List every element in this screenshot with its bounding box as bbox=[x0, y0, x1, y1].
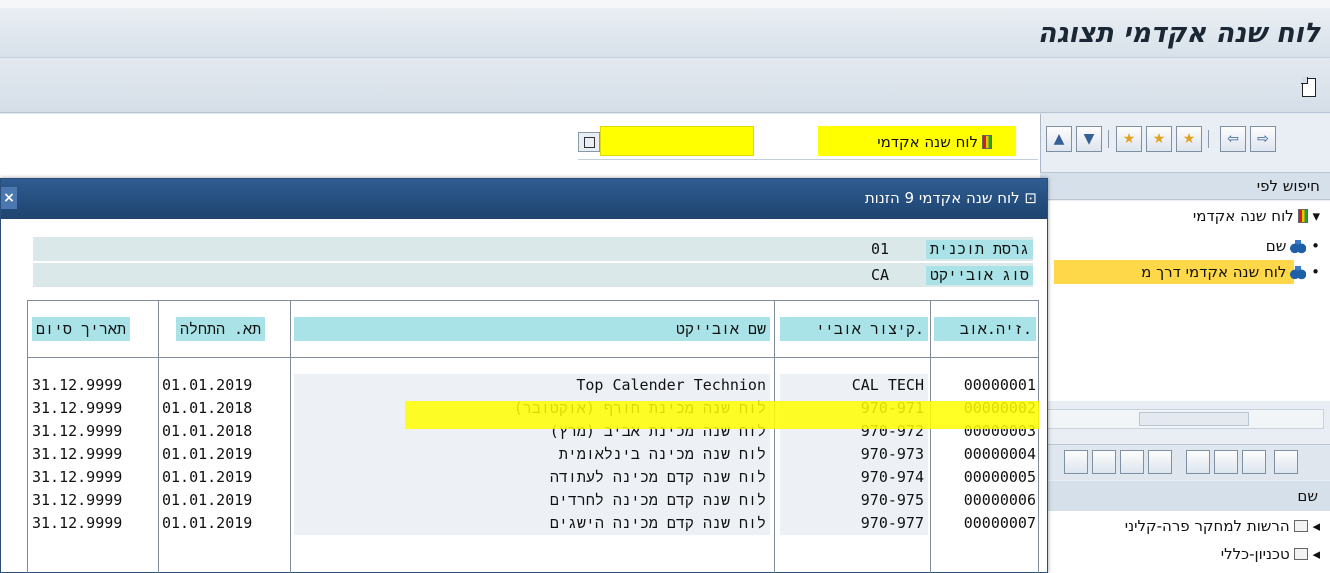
cell-start-date: 01.01.2019 bbox=[162, 491, 253, 509]
favorite-star-icon[interactable]: ★ bbox=[1146, 126, 1172, 152]
calendar-icon bbox=[1297, 209, 1308, 223]
cell-object-abbr: CAL TECH bbox=[780, 374, 928, 397]
app-toolbar bbox=[0, 58, 1330, 113]
cell-start-date: 01.01.2019 bbox=[162, 514, 253, 532]
cell-start-date: 01.01.2019 bbox=[162, 445, 253, 463]
cell-start-date: 01.01.2018 bbox=[162, 422, 253, 440]
search-by-header: חיפוש לפי bbox=[1040, 172, 1330, 200]
scrollbar-thumb[interactable] bbox=[1139, 412, 1249, 426]
cell-end-date: 31.12.9999 bbox=[32, 445, 123, 463]
cell-end-date: 31.12.9999 bbox=[32, 514, 123, 532]
collapse-up-icon[interactable]: ▲ bbox=[1046, 126, 1072, 152]
favorite-icon[interactable]: ★ bbox=[1116, 126, 1142, 152]
expand-down-icon[interactable]: ▼ bbox=[1076, 126, 1102, 152]
cell-object-abbr: 970-974 bbox=[780, 466, 928, 489]
toolbar-separator bbox=[1208, 130, 1209, 148]
tree-node-calendar[interactable]: ▾ לוח שנה אקדמי bbox=[1193, 207, 1320, 225]
column-header-end-date[interactable]: תאריך סיום bbox=[32, 317, 131, 341]
column-header-object-name[interactable]: שם אובייקט bbox=[294, 317, 770, 341]
cell-start-date: 01.01.2019 bbox=[162, 376, 253, 394]
checkbox-icon[interactable] bbox=[1293, 520, 1308, 532]
dialog-title-bar: ⊡ לוח שנה אקדמי 9 הזנות × bbox=[1, 179, 1047, 219]
title-bar: לוח שנה אקדמי תצוגה bbox=[0, 8, 1330, 58]
cell-object-id[interactable]: 00000004 bbox=[934, 443, 1036, 466]
tree-node-name[interactable]: • שם bbox=[1266, 237, 1320, 255]
cell-object-name: לוח שנה קדם מכינה לעתודה bbox=[294, 466, 770, 489]
cell-end-date: 31.12.9999 bbox=[32, 376, 123, 394]
object-type-row: סוג אובייקט CA bbox=[33, 263, 1033, 287]
table-row[interactable]: 31.12.9999 01.01.2019 לוח שנה קדם מכינה … bbox=[28, 466, 1038, 489]
table-row[interactable]: 31.12.9999 01.01.2019 לוח שנה מכינה בינל… bbox=[28, 443, 1038, 466]
cell-object-abbr: 970-973 bbox=[780, 443, 928, 466]
toolbar-separator bbox=[1108, 130, 1109, 148]
plan-version-row: גרסת תוכנית 01 bbox=[33, 237, 1033, 261]
binoculars-icon bbox=[1290, 264, 1307, 280]
result-list: ◂ הרשות למחקר פרה-קליני ◂ טכניון-כללי bbox=[1040, 511, 1330, 573]
add-favorite-icon[interactable]: ★ bbox=[1176, 126, 1202, 152]
nav-toolbar: ▲ ▼ ★ ★ ★ ⇦ ⇨ bbox=[1040, 126, 1330, 154]
refresh-icon[interactable] bbox=[1120, 450, 1144, 474]
forward-arrow-icon[interactable]: ⇨ bbox=[1250, 126, 1276, 152]
sort-icon[interactable] bbox=[1092, 450, 1116, 474]
plan-version-label: גרסת תוכנית bbox=[925, 240, 1033, 259]
entries-dialog: ⊡ לוח שנה אקדמי 9 הזנות × גרסת תוכנית 01… bbox=[0, 178, 1048, 573]
column-header-start-date[interactable]: תא. התחלה bbox=[176, 317, 266, 341]
row-highlight bbox=[405, 401, 1039, 429]
cell-object-name: לוח שנה מכינה בינלאומית bbox=[294, 443, 770, 466]
table-row[interactable]: 31.12.9999 01.01.2019 לוח שנה קדם מכינה … bbox=[28, 512, 1038, 535]
header-divider bbox=[28, 357, 1038, 358]
cell-start-date: 01.01.2019 bbox=[162, 468, 253, 486]
cell-object-id[interactable]: 00000005 bbox=[934, 466, 1036, 489]
cell-object-name: לוח שנה קדם מכינה לחרדים bbox=[294, 489, 770, 512]
cell-object-id[interactable]: 00000007 bbox=[934, 512, 1036, 535]
tree-node-calendar-search[interactable]: • לוח שנה אקדמי דרך מ bbox=[1141, 263, 1320, 281]
results-table: תאריך סיום תא. התחלה שם אובייקט קיצור או… bbox=[27, 300, 1039, 573]
cell-object-id[interactable]: 00000001 bbox=[934, 374, 1036, 397]
dialog-title: ⊡ לוח שנה אקדמי 9 הזנות bbox=[864, 189, 1037, 207]
back-arrow-icon[interactable]: ⇦ bbox=[1220, 126, 1246, 152]
column-header-object-abbr[interactable]: קיצור אוביי. bbox=[780, 317, 928, 341]
find-next-icon[interactable] bbox=[1242, 450, 1266, 474]
list-item[interactable]: ◂ טכניון-כללי bbox=[1221, 545, 1320, 563]
checkbox-icon[interactable] bbox=[1293, 548, 1308, 560]
add-row-icon[interactable] bbox=[1186, 450, 1210, 474]
calendar-label: לוח שנה אקדמי bbox=[877, 133, 992, 151]
binoculars-icon[interactable] bbox=[1214, 450, 1238, 474]
search-tree bbox=[1040, 201, 1330, 401]
binoculars-icon bbox=[1290, 238, 1307, 254]
table-row[interactable]: 31.12.9999 01.01.2019 Top Calender Techn… bbox=[28, 374, 1038, 397]
list-toolbar bbox=[1040, 444, 1330, 480]
horizontal-scrollbar[interactable] bbox=[1044, 409, 1324, 429]
top-strip bbox=[0, 0, 1330, 8]
object-type-label: סוג אובייקט bbox=[925, 266, 1033, 285]
field-divider bbox=[578, 159, 1038, 160]
column-header-object-id[interactable]: זיה.אוב. bbox=[934, 317, 1036, 341]
cell-end-date: 31.12.9999 bbox=[32, 468, 123, 486]
list-header: שם bbox=[1040, 481, 1330, 511]
page-title: לוח שנה אקדמי תצוגה bbox=[1037, 18, 1320, 49]
calendar-input[interactable] bbox=[600, 126, 754, 156]
close-icon[interactable]: × bbox=[1, 187, 17, 209]
table-row[interactable]: 31.12.9999 01.01.2019 לוח שנה קדם מכינה … bbox=[28, 489, 1038, 512]
cell-end-date: 31.12.9999 bbox=[32, 491, 123, 509]
list-view-icon[interactable] bbox=[1274, 450, 1298, 474]
plan-version-value: 01 bbox=[870, 240, 889, 258]
details-icon[interactable] bbox=[1148, 450, 1172, 474]
filter-icon[interactable] bbox=[1064, 450, 1088, 474]
cell-object-abbr: 970-977 bbox=[780, 512, 928, 535]
calendar-icon bbox=[982, 135, 992, 149]
cell-object-abbr: 970-975 bbox=[780, 489, 928, 512]
cell-start-date: 01.01.2018 bbox=[162, 399, 253, 417]
new-document-icon[interactable] bbox=[1301, 77, 1316, 97]
list-item[interactable]: ◂ הרשות למחקר פרה-קליני bbox=[1125, 517, 1320, 535]
cell-object-id[interactable]: 00000006 bbox=[934, 489, 1036, 512]
cell-end-date: 31.12.9999 bbox=[32, 422, 123, 440]
cell-object-name: לוח שנה קדם מכינה הישגים bbox=[294, 512, 770, 535]
field-lookup-button[interactable] bbox=[578, 132, 600, 152]
cell-object-name: Top Calender Technion bbox=[294, 374, 770, 397]
object-type-value: CA bbox=[870, 266, 889, 284]
cell-end-date: 31.12.9999 bbox=[32, 399, 123, 417]
